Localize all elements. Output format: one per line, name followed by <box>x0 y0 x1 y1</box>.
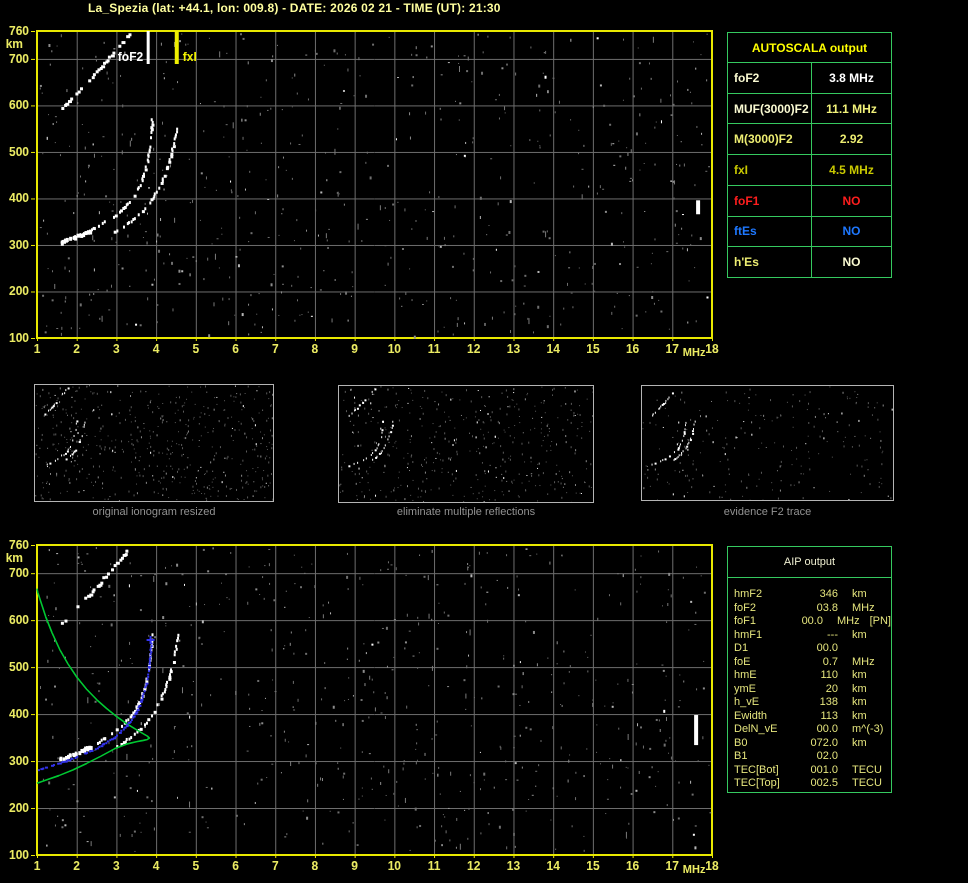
panel-evidence-f2 <box>641 385 894 501</box>
table-row: foF1 00.0 MHz [PN] <box>734 615 891 629</box>
param-label: ymE <box>734 682 756 695</box>
param-label: M(3000)F2 <box>728 124 812 155</box>
param-value: 02.0 <box>816 750 838 762</box>
table-row: foF1 NO <box>728 184 891 216</box>
table-row: MUF(3000)F2 11.1 MHz <box>728 92 891 124</box>
param-label: Ewidth <box>734 709 768 722</box>
param-label: TEC[Bot] <box>734 763 779 776</box>
param-value: 20 <box>825 682 838 695</box>
table-row: B1 02.0 <box>734 750 891 764</box>
param-unit: km <box>852 628 867 641</box>
table-row: h_vE 138 km <box>734 696 891 710</box>
panel-eliminate-canvas <box>339 386 593 502</box>
panel-original-ionogram <box>34 384 274 502</box>
param-value: 0.7 <box>822 655 838 668</box>
table-row: M(3000)F2 2.92 <box>728 123 891 155</box>
param-value: 138 <box>819 696 838 708</box>
ionogram-main-chart <box>0 20 740 370</box>
param-label: hmF2 <box>734 588 763 600</box>
param-value: 113 <box>820 709 838 722</box>
param-value: 001.0 <box>810 763 838 776</box>
param-value: 002.5 <box>810 777 838 789</box>
param-label: foE <box>734 655 751 668</box>
param-label: D1 <box>734 642 749 654</box>
table-row: hmE 110 km <box>734 669 891 683</box>
param-value: 346 <box>819 588 838 600</box>
panel-evidence-canvas <box>642 386 893 500</box>
param-value: 4.5 MHz <box>829 163 874 178</box>
autoscala-window: La_Spezia (lat: +44.1, lon: 009.8) - DAT… <box>0 0 968 883</box>
param-label: foF2 <box>734 601 757 614</box>
table-row: D1 00.0 <box>734 642 891 656</box>
param-unit: MHz <box>852 601 875 614</box>
param-unit: km <box>852 682 867 695</box>
param-unit: km <box>852 696 867 708</box>
param-unit: TECU <box>852 777 882 789</box>
param-label: hmE <box>734 669 757 681</box>
param-label: B0 <box>734 736 748 749</box>
param-value: 00.0 <box>816 642 838 654</box>
table-row: foF2 03.8 MHz <box>734 602 891 616</box>
param-unit: MHz <box>852 655 875 668</box>
param-label: ftEs <box>728 216 812 247</box>
param-label: h'Es <box>728 247 812 278</box>
table-row: hmF2 346 km <box>734 588 891 602</box>
param-value: 110 <box>820 669 838 681</box>
param-unit: km <box>852 669 867 681</box>
panel-eliminate-caption: eliminate multiple reflections <box>396 506 536 518</box>
param-value: 072.0 <box>810 736 838 749</box>
panel-original-canvas <box>35 385 273 501</box>
table-row: h'Es NO <box>728 246 891 278</box>
param-value: NO <box>842 224 861 239</box>
param-note: [PN] <box>869 615 891 627</box>
param-label: DelN_vE <box>734 723 778 735</box>
table-row: ftEs NO <box>728 215 891 247</box>
table-row: fxI 4.5 MHz <box>728 154 891 185</box>
table-row: foF2 3.8 MHz <box>728 62 891 93</box>
param-label: foF2 <box>728 63 812 93</box>
param-unit: MHz <box>836 615 860 627</box>
table-row: DelN_vE 00.0 m^(-3) <box>734 723 891 737</box>
table-row: foE 0.7 MHz <box>734 656 891 670</box>
param-label: MUF(3000)F2 <box>728 93 812 124</box>
param-value: 2.92 <box>839 132 864 147</box>
param-value: --- <box>827 628 838 641</box>
param-unit: m^(-3) <box>852 723 884 735</box>
param-value: 00.0 <box>816 723 838 735</box>
panel-evidence-caption: evidence F2 trace <box>723 506 812 518</box>
param-value: NO <box>842 193 861 208</box>
table-row: hmF1 --- km <box>734 629 891 643</box>
aip-output-table: AIP output hmF2 346 km foF2 03.8 MHz foF1 00.… <box>727 546 892 793</box>
page-title: La_Spezia (lat: +44.1, lon: 009.8) - DAT… <box>88 1 501 15</box>
param-unit: km <box>852 736 867 749</box>
panel-original-caption: original ionogram resized <box>92 506 216 518</box>
panel-eliminate-reflections <box>338 385 594 503</box>
param-label: foF1 <box>728 185 812 216</box>
param-label: TEC[Top] <box>734 777 780 789</box>
autoscala-output-table: AUTOSCALA output foF2 3.8 MHz MUF(3000)F… <box>727 32 892 278</box>
param-label: B1 <box>734 750 748 762</box>
param-label: h_vE <box>734 696 760 708</box>
table-row: TEC[Bot] 001.0 TECU <box>734 764 891 778</box>
table-row: Ewidth 113 km <box>734 710 891 724</box>
param-value: 11.1 MHz <box>826 101 877 116</box>
param-value: 3.8 MHz <box>829 70 874 85</box>
param-label: hmF1 <box>734 628 763 641</box>
aip-table-title: AIP output <box>728 547 891 578</box>
param-value: 03.8 <box>816 601 838 614</box>
param-value: NO <box>842 255 861 270</box>
param-unit: km <box>852 588 867 600</box>
table-row: ymE 20 km <box>734 683 891 697</box>
param-value: 00.0 <box>801 615 823 627</box>
param-label: fxI <box>728 155 812 185</box>
param-unit: km <box>852 709 867 722</box>
table-row: TEC[Top] 002.5 TECU <box>734 777 891 791</box>
ionogram-profile-chart <box>0 535 740 883</box>
autoscala-table-title: AUTOSCALA output <box>751 40 868 55</box>
param-label: foF1 <box>734 615 757 627</box>
table-row: B0 072.0 km <box>734 737 891 751</box>
aip-table-body: hmF2 346 km foF2 03.8 MHz foF1 00.0 MHz [PN] hm… <box>728 578 891 791</box>
param-unit: TECU <box>852 763 882 776</box>
